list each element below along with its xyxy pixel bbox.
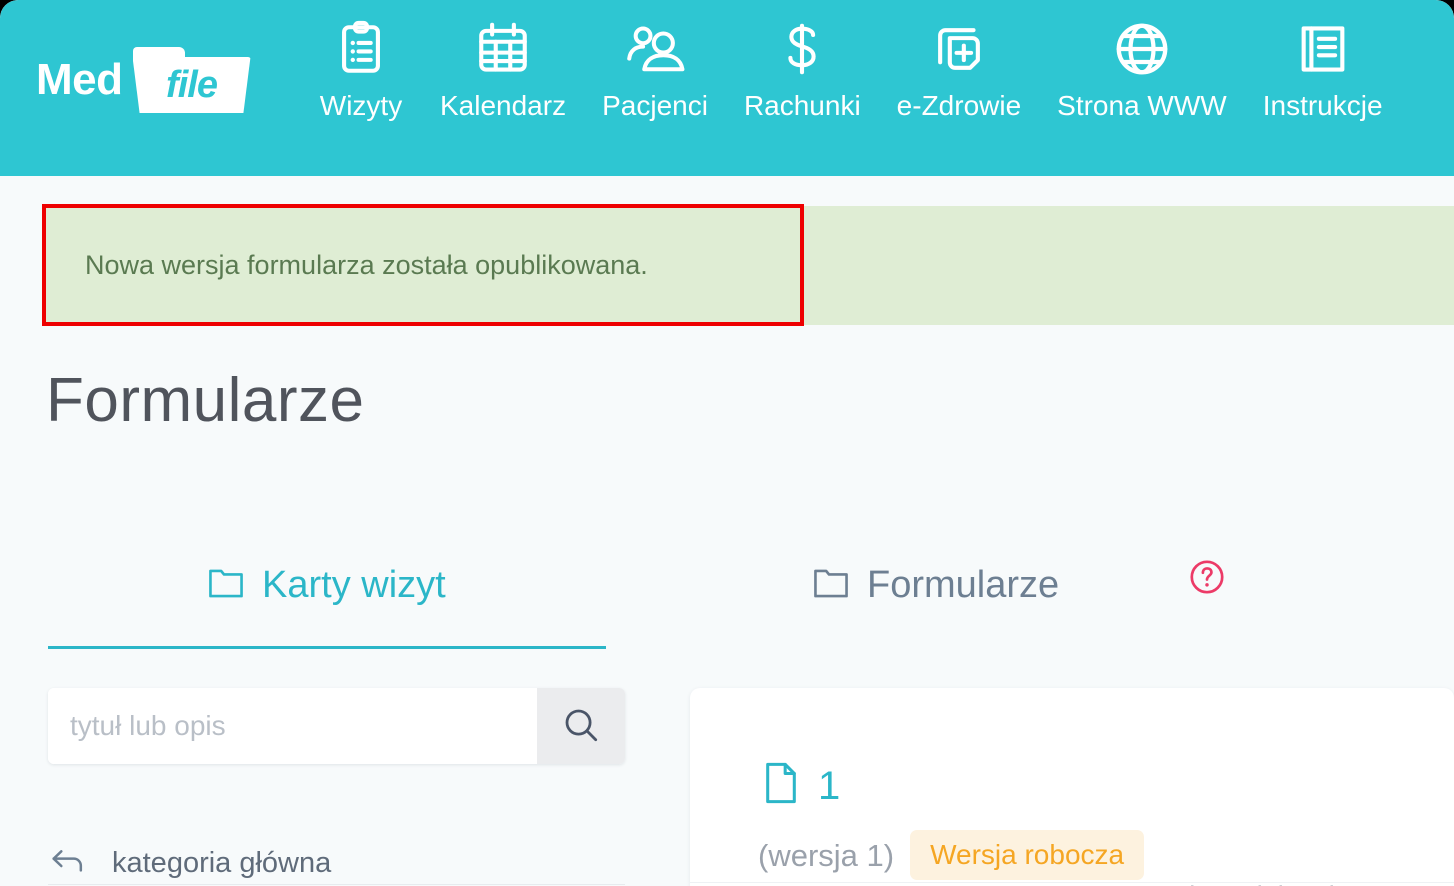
search-button[interactable] bbox=[537, 688, 625, 764]
main-nav: Wizyty Kalendarz Pacjenci Rachunki e-Zdr… bbox=[300, 18, 1401, 158]
alert-banner-success: Nowa wersja formularza została opublikow… bbox=[45, 206, 1454, 325]
tab-label-karty-wizyt: Karty wizyt bbox=[262, 564, 446, 606]
nav-item-strona-www[interactable]: Strona WWW bbox=[1039, 18, 1245, 120]
card-title: 1 bbox=[818, 763, 841, 808]
status-badge: Wersja robocza bbox=[910, 830, 1145, 880]
question-mark-icon[interactable] bbox=[1188, 558, 1226, 596]
globe-icon bbox=[1112, 18, 1172, 80]
dollar-icon bbox=[773, 18, 831, 80]
category-divider bbox=[48, 884, 625, 885]
clipboard-icon bbox=[332, 18, 390, 80]
nav-item-wizyty[interactable]: Wizyty bbox=[300, 18, 422, 120]
logo-folder-shape: file bbox=[132, 47, 251, 113]
folder-icon bbox=[206, 565, 246, 606]
tab-label-formularze: Formularze bbox=[867, 564, 1060, 606]
search-bar bbox=[48, 688, 625, 764]
form-version-card[interactable]: 1 (wersja 1) Wersja robocza Utworzono 20… bbox=[690, 688, 1454, 886]
nav-item-kalendarz[interactable]: Kalendarz bbox=[422, 18, 584, 120]
tab-bar: Karty wizyt Formularze bbox=[46, 550, 1426, 660]
medfile-logo[interactable]: Med file bbox=[36, 44, 251, 116]
nav-label-rachunki: Rachunki bbox=[743, 90, 861, 121]
tab-formularze[interactable]: Formularze bbox=[811, 550, 1059, 620]
nav-label-strona-www: Strona WWW bbox=[1057, 90, 1227, 121]
calendar-icon bbox=[474, 18, 532, 80]
back-arrow-icon bbox=[48, 846, 88, 881]
nav-item-instrukcje[interactable]: Instrukcje bbox=[1245, 18, 1401, 120]
active-tab-underline bbox=[48, 646, 606, 649]
category-back-row[interactable]: kategoria główna bbox=[48, 840, 625, 886]
book-icon bbox=[1294, 18, 1352, 80]
folder-icon bbox=[811, 565, 851, 606]
search-icon bbox=[560, 704, 602, 749]
nav-label-instrukcje: Instrukcje bbox=[1262, 90, 1383, 121]
nav-label-wizyty: Wizyty bbox=[319, 90, 403, 121]
category-label: kategoria główna bbox=[112, 846, 332, 879]
app-window: Med file Wizyty Kalendarz Pacjenci Rachu… bbox=[0, 0, 1454, 886]
page-title: Formularze bbox=[46, 366, 365, 435]
nav-item-rachunki[interactable]: Rachunki bbox=[726, 18, 879, 120]
patients-icon bbox=[624, 18, 686, 80]
nav-label-pacjenci: Pacjenci bbox=[602, 90, 708, 121]
document-icon bbox=[762, 760, 800, 811]
logo-med-text: Med bbox=[36, 55, 123, 104]
card-meta-row: (wersja 1) Wersja robocza bbox=[758, 830, 1145, 880]
e-health-icon bbox=[930, 18, 988, 80]
nav-item-pacjenci[interactable]: Pacjenci bbox=[584, 18, 726, 120]
nav-label-e-zdrowie: e-Zdrowie bbox=[896, 90, 1022, 121]
top-navigation-bar: Med file Wizyty Kalendarz Pacjenci Rachu… bbox=[0, 0, 1454, 176]
alert-message: Nowa wersja formularza została opublikow… bbox=[85, 250, 648, 280]
card-title-row: 1 bbox=[762, 760, 840, 811]
nav-item-e-zdrowie[interactable]: e-Zdrowie bbox=[879, 18, 1039, 120]
card-version-label: (wersja 1) bbox=[758, 837, 895, 873]
nav-label-kalendarz: Kalendarz bbox=[440, 90, 567, 121]
logo-file-text: file bbox=[166, 63, 218, 106]
search-input[interactable] bbox=[48, 688, 537, 764]
tab-karty-wizyt[interactable]: Karty wizyt bbox=[206, 550, 446, 620]
